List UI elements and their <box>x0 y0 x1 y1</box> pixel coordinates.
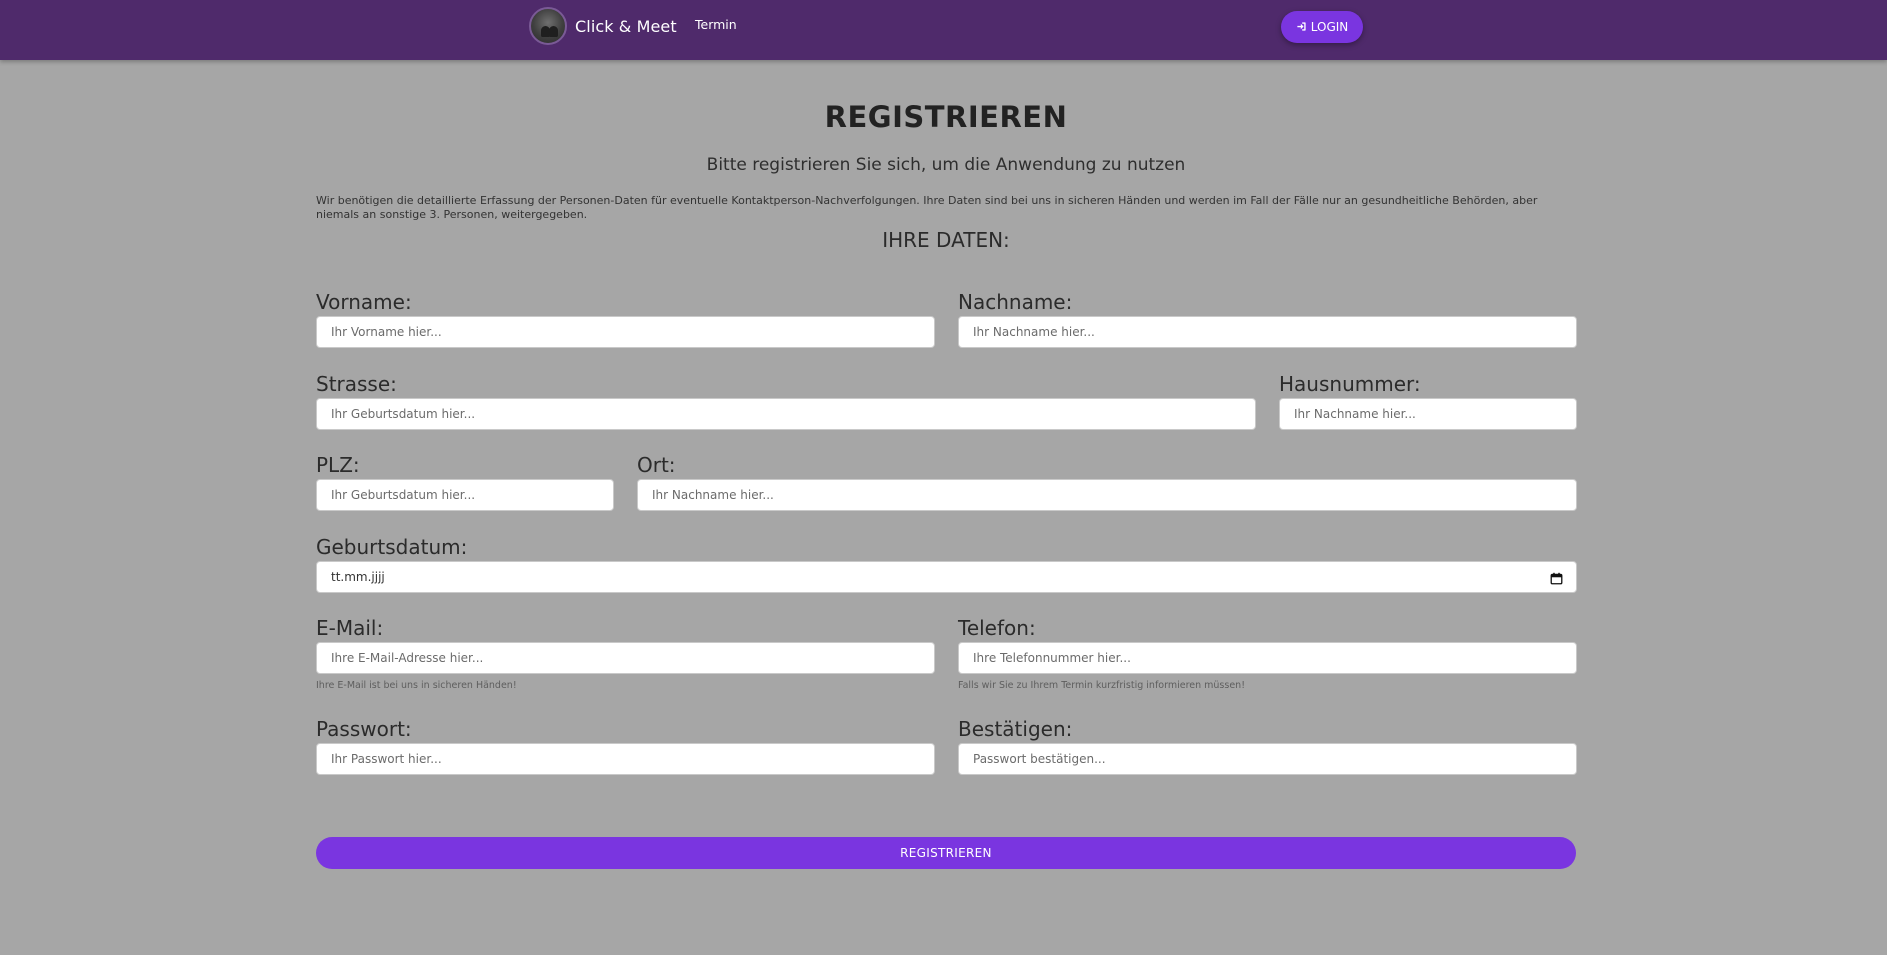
passwort-label: Passwort: <box>316 717 412 741</box>
date-value: tt.mm.jjjj <box>316 561 1577 593</box>
navbar: Click & Meet Termin LOGIN <box>0 0 1887 60</box>
email-field-group: E-Mail: Ihre E-Mail ist bei uns in siche… <box>316 614 935 691</box>
bestaetigen-field-group: Bestätigen: <box>958 715 1577 775</box>
strasse-input[interactable] <box>316 398 1256 430</box>
strasse-field-group: Strasse: <box>316 370 1256 430</box>
nav-link-termin[interactable]: Termin <box>695 17 737 32</box>
geburtsdatum-field-group: Geburtsdatum: tt.mm.jjjj <box>316 533 1577 593</box>
ort-label: Ort: <box>637 453 676 477</box>
calendar-icon[interactable] <box>1550 570 1563 585</box>
email-label: E-Mail: <box>316 616 384 640</box>
vorname-label: Vorname: <box>316 290 412 314</box>
page-title: REGISTRIEREN <box>824 100 1068 134</box>
register-button[interactable]: REGISTRIEREN <box>316 837 1576 869</box>
brand-name: Click & Meet <box>575 16 677 36</box>
nachname-label: Nachname: <box>958 290 1073 314</box>
email-help-text: Ihre E-Mail ist bei uns in sicheren Händ… <box>316 680 517 691</box>
ort-input[interactable] <box>637 479 1577 511</box>
section-title: IHRE DATEN: <box>882 228 1010 252</box>
privacy-info-text: Wir benötigen die detaillierte Erfassung… <box>316 194 1538 221</box>
passwort-input[interactable] <box>316 743 935 775</box>
nachname-input[interactable] <box>958 316 1577 348</box>
plz-field-group: PLZ: <box>316 451 614 511</box>
brand-link[interactable]: Click & Meet <box>529 7 677 45</box>
nachname-field-group: Nachname: <box>958 288 1577 348</box>
bestaetigen-input[interactable] <box>958 743 1577 775</box>
page-subtitle: Bitte registrieren Sie sich, um die Anwe… <box>706 155 1186 175</box>
passwort-field-group: Passwort: <box>316 715 935 775</box>
geburtsdatum-input[interactable]: tt.mm.jjjj <box>316 561 1577 593</box>
vorname-input[interactable] <box>316 316 935 348</box>
hausnummer-input[interactable] <box>1279 398 1577 430</box>
login-label: LOGIN <box>1310 20 1349 34</box>
hausnummer-label: Hausnummer: <box>1279 372 1421 396</box>
plz-input[interactable] <box>316 479 614 511</box>
geburtsdatum-label: Geburtsdatum: <box>316 535 468 559</box>
ort-field-group: Ort: <box>637 451 1577 511</box>
sign-in-icon <box>1296 21 1307 34</box>
telefon-field-group: Telefon: Falls wir Sie zu Ihrem Termin k… <box>958 614 1577 691</box>
telefon-input[interactable] <box>958 642 1577 674</box>
email-input[interactable] <box>316 642 935 674</box>
bestaetigen-label: Bestätigen: <box>958 717 1073 741</box>
hausnummer-field-group: Hausnummer: <box>1279 370 1577 430</box>
telefon-label: Telefon: <box>958 616 1036 640</box>
login-button[interactable]: LOGIN <box>1281 11 1363 43</box>
strasse-label: Strasse: <box>316 372 397 396</box>
people-logo-icon <box>529 7 567 45</box>
telefon-help-text: Falls wir Sie zu Ihrem Termin kurzfristi… <box>958 680 1246 691</box>
plz-label: PLZ: <box>316 453 360 477</box>
vorname-field-group: Vorname: <box>316 288 935 348</box>
